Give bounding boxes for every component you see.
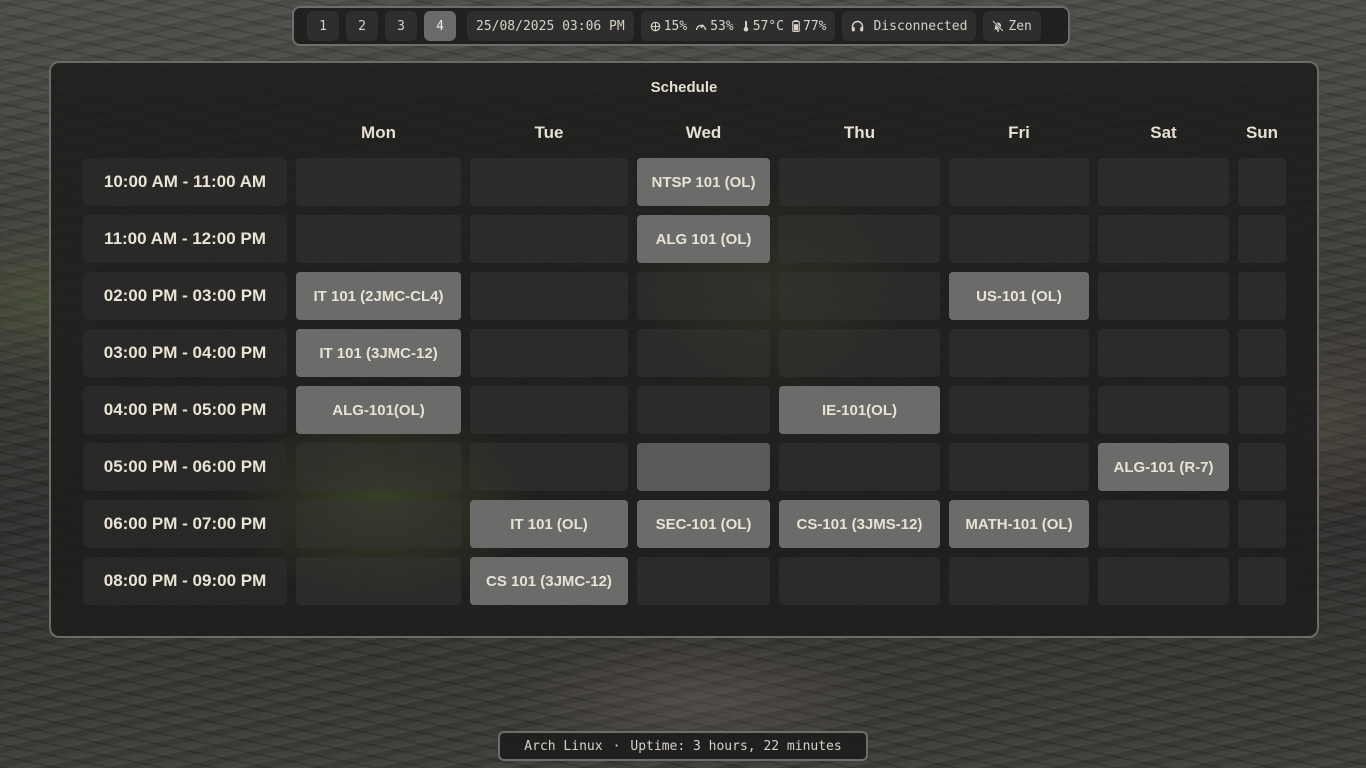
empty-slot-cell[interactable] xyxy=(1238,329,1286,377)
empty-slot-cell[interactable] xyxy=(1098,158,1229,206)
empty-slot-cell[interactable] xyxy=(470,329,628,377)
empty-slot-cell[interactable] xyxy=(637,443,770,491)
datetime-text: 25/08/2025 03:06 PM xyxy=(476,18,625,34)
empty-slot-cell[interactable] xyxy=(1238,500,1286,548)
day-header-sat: Sat xyxy=(1150,123,1177,142)
time-slot-label: 11:00 AM - 12:00 PM xyxy=(83,215,287,263)
class-cell[interactable]: NTSP 101 (OL) xyxy=(637,158,770,206)
class-cell[interactable]: MATH-101 (OL) xyxy=(949,500,1089,548)
class-cell[interactable]: ALG-101(OL) xyxy=(296,386,461,434)
empty-slot-cell[interactable] xyxy=(296,557,461,605)
notification-mode-label: Zen xyxy=(1008,18,1032,34)
system-stats-widget[interactable]: 15% 53% 57°C 77% xyxy=(640,11,836,41)
empty-slot-cell[interactable] xyxy=(949,386,1089,434)
empty-slot-cell[interactable] xyxy=(1098,500,1229,548)
empty-slot-cell[interactable] xyxy=(1238,443,1286,491)
class-cell[interactable]: ALG-101 (R-7) xyxy=(1098,443,1229,491)
cpu-usage: 15% xyxy=(663,18,688,34)
empty-slot-cell[interactable] xyxy=(1098,215,1229,263)
class-cell[interactable]: IT 101 (2JMC-CL4) xyxy=(296,272,461,320)
battery-level: 77% xyxy=(803,18,827,34)
empty-slot-cell[interactable] xyxy=(779,215,940,263)
class-cell[interactable]: CS 101 (3JMC-12) xyxy=(470,557,628,605)
time-slot-label: 08:00 PM - 09:00 PM xyxy=(83,557,287,605)
bottom-status-bar: Arch Linux · Uptime: 3 hours, 22 minutes xyxy=(498,731,868,761)
top-status-bar: 1 2 3 4 25/08/2025 03:06 PM 15% 53% 57°C… xyxy=(292,6,1070,46)
class-cell[interactable]: ALG 101 (OL) xyxy=(637,215,770,263)
day-header-tue: Tue xyxy=(534,123,564,142)
clock-widget[interactable]: 25/08/2025 03:06 PM xyxy=(467,11,634,41)
uptime-text: Uptime: 3 hours, 22 minutes xyxy=(630,738,842,754)
empty-slot-cell[interactable] xyxy=(470,158,628,206)
empty-slot-cell[interactable] xyxy=(1238,386,1286,434)
time-slot-label: 03:00 PM - 04:00 PM xyxy=(83,329,287,377)
day-header-fri: Fri xyxy=(1008,123,1030,142)
os-name: Arch Linux xyxy=(524,738,603,754)
empty-slot-cell[interactable] xyxy=(949,443,1089,491)
headset-status: Disconnected xyxy=(873,18,968,34)
empty-slot-cell[interactable] xyxy=(637,386,770,434)
empty-slot-cell[interactable] xyxy=(296,500,461,548)
class-cell[interactable]: IT 101 (OL) xyxy=(470,500,628,548)
empty-slot-cell[interactable] xyxy=(1098,272,1229,320)
empty-slot-cell[interactable] xyxy=(779,443,940,491)
temperature-value: 57°C xyxy=(752,18,784,34)
empty-slot-cell[interactable] xyxy=(1238,158,1286,206)
day-header-wed: Wed xyxy=(685,123,722,142)
empty-slot-cell[interactable] xyxy=(637,329,770,377)
empty-slot-cell[interactable] xyxy=(637,272,770,320)
empty-slot-cell[interactable] xyxy=(470,272,628,320)
separator-dot: · xyxy=(612,738,621,754)
time-slot-label: 10:00 AM - 11:00 AM xyxy=(83,158,287,206)
empty-slot-cell[interactable] xyxy=(470,215,628,263)
class-cell[interactable]: IT 101 (3JMC-12) xyxy=(296,329,461,377)
empty-slot-cell[interactable] xyxy=(1238,215,1286,263)
empty-slot-cell[interactable] xyxy=(296,158,461,206)
empty-slot-cell[interactable] xyxy=(779,329,940,377)
empty-slot-cell[interactable] xyxy=(1098,557,1229,605)
empty-slot-cell[interactable] xyxy=(1238,272,1286,320)
thermometer-icon xyxy=(742,20,750,32)
empty-slot-cell[interactable] xyxy=(296,215,461,263)
empty-slot-cell[interactable] xyxy=(637,557,770,605)
empty-slot-cell[interactable] xyxy=(296,443,461,491)
empty-slot-cell[interactable] xyxy=(949,329,1089,377)
bluetooth-headset-widget[interactable]: Disconnected xyxy=(842,11,977,41)
empty-slot-cell[interactable] xyxy=(470,386,628,434)
time-slot-label: 06:00 PM - 07:00 PM xyxy=(83,500,287,548)
class-cell[interactable]: US-101 (OL) xyxy=(949,272,1089,320)
memory-usage: 53% xyxy=(710,18,734,34)
day-header-mon: Mon xyxy=(361,123,396,142)
day-header-sun: Sun xyxy=(1245,123,1279,142)
empty-slot-cell[interactable] xyxy=(1238,557,1286,605)
workspace-button-1[interactable]: 1 xyxy=(307,11,339,41)
empty-slot-cell[interactable] xyxy=(949,215,1089,263)
empty-slot-cell[interactable] xyxy=(779,272,940,320)
empty-slot-cell[interactable] xyxy=(949,158,1089,206)
class-cell[interactable]: IE-101(OL) xyxy=(779,386,940,434)
memory-gauge-icon xyxy=(695,21,707,32)
workspace-button-3[interactable]: 3 xyxy=(385,11,417,41)
class-cell[interactable]: SEC-101 (OL) xyxy=(637,500,770,548)
empty-slot-cell[interactable] xyxy=(779,158,940,206)
day-header-thu: Thu xyxy=(843,123,876,142)
time-slot-label: 02:00 PM - 03:00 PM xyxy=(83,272,287,320)
headphones-icon xyxy=(851,20,864,32)
class-cell[interactable]: CS-101 (3JMS-12) xyxy=(779,500,940,548)
time-slot-label: 04:00 PM - 05:00 PM xyxy=(83,386,287,434)
workspace-button-2[interactable]: 2 xyxy=(346,11,378,41)
empty-slot-cell[interactable] xyxy=(949,557,1089,605)
cpu-icon xyxy=(650,21,661,32)
time-slot-label: 05:00 PM - 06:00 PM xyxy=(83,443,287,491)
bell-off-icon xyxy=(992,20,1005,32)
battery-icon xyxy=(792,20,800,32)
empty-slot-cell[interactable] xyxy=(470,443,628,491)
empty-slot-cell[interactable] xyxy=(1098,329,1229,377)
workspace-button-4[interactable]: 4 xyxy=(424,11,456,41)
empty-slot-cell[interactable] xyxy=(779,557,940,605)
empty-slot-cell[interactable] xyxy=(1098,386,1229,434)
schedule-panel: Schedule Mon Tue Wed Thu Fri Sat Sun 10:00 AM -… xyxy=(49,61,1319,638)
notification-mode-toggle[interactable]: Zen xyxy=(983,11,1041,41)
schedule-title: Schedule xyxy=(650,79,718,96)
